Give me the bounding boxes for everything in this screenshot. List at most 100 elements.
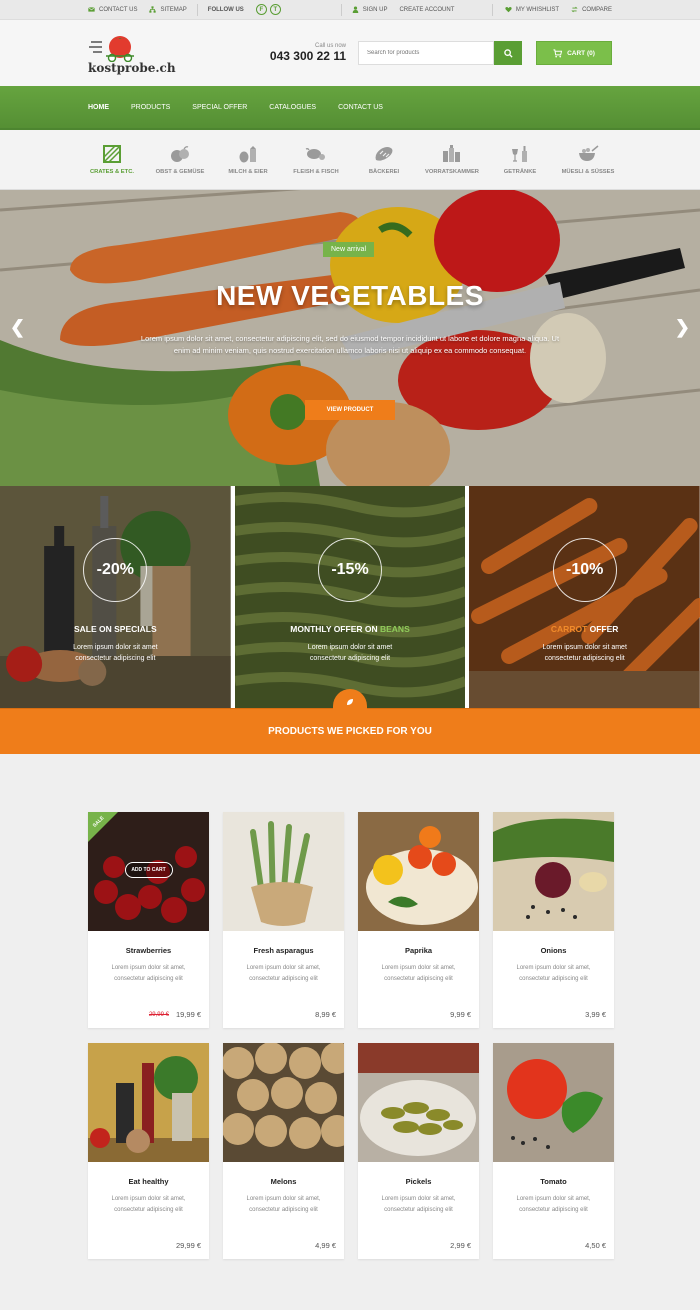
category-label: FLEISH & FISCH	[293, 168, 339, 175]
nav-special-offer[interactable]: SPECIAL OFFER	[192, 104, 247, 111]
category-fleisch[interactable]: FLEISH & FISCH	[282, 145, 350, 175]
product-description: Lorem ipsum dolor sit amet, consectetur a…	[88, 963, 209, 985]
product-desc-line: Lorem ipsum dolor sit amet,	[111, 1196, 186, 1202]
contact-link[interactable]: CONTACT US	[88, 6, 137, 13]
signup-label: SIGN UP	[362, 6, 388, 13]
product-name: Strawberries	[125, 946, 172, 955]
category-label: GETRÄNKE	[503, 168, 537, 175]
cart-button[interactable]: CART (0)	[536, 41, 612, 65]
signup-link[interactable]: SIGN UP	[352, 6, 388, 13]
category-crates[interactable]: CRATES & ETC.	[78, 144, 146, 175]
onions-image	[493, 812, 614, 931]
category-milch[interactable]: MILCH & EIER	[214, 145, 282, 175]
nav-catalogues[interactable]: CATALOGUES	[269, 104, 316, 111]
product-card[interactable]: Tomato Lorem ipsum dolor sit amet, consec…	[493, 1043, 614, 1259]
product-name: Fresh asparagus	[253, 946, 314, 955]
nav-home[interactable]: HOME	[88, 104, 109, 111]
compare-link[interactable]: COMPARE	[571, 6, 612, 13]
search-button[interactable]	[494, 41, 522, 65]
sitemap-link[interactable]: SITEMAP	[149, 6, 187, 13]
slider-next-arrow[interactable]: ❯	[675, 317, 690, 338]
product-card[interactable]: Melons Lorem ipsum dolor sit amet, consec…	[223, 1043, 344, 1259]
product-description: Lorem ipsum dolor sit amet, consectetur a…	[358, 1194, 479, 1216]
slider-prev-arrow[interactable]: ❮	[10, 317, 25, 338]
products-picked-heading-bar: PRODUCTS WE PICKED FOR YOU	[0, 689, 700, 754]
product-desc-line: Lorem ipsum dolor sit amet,	[516, 1196, 591, 1202]
product-card[interactable]: Fresh asparagus Lorem ipsum dolor sit am…	[223, 812, 344, 1028]
search-input[interactable]	[358, 41, 494, 65]
product-card[interactable]: Pickels Lorem ipsum dolor sit amet, conse…	[358, 1043, 479, 1259]
category-baeckerei[interactable]: BÄCKEREI	[350, 145, 418, 175]
hero-title: NEW VEGETABLES	[216, 280, 484, 311]
product-description: Lorem ipsum dolor sit amet, consectetur a…	[493, 1194, 614, 1216]
product-price: 8,99 €	[315, 1010, 336, 1019]
product-desc-line: consectetur adipiscing elit	[519, 1207, 588, 1213]
site-header: kostprobe.ch Call us now 043 300 22 11 C…	[0, 20, 700, 86]
nav-contact[interactable]: CONTACT US	[338, 104, 383, 111]
promo-specials[interactable]: -20% SALE ON SPECIALS Lorem ipsum dolor …	[0, 486, 231, 708]
asparagus-image	[223, 812, 344, 931]
product-card[interactable]: Eat healthy Lorem ipsum dolor sit amet, c…	[88, 1043, 209, 1259]
product-desc-line: Lorem ipsum dolor sit amet,	[111, 965, 186, 971]
product-name: Tomato	[540, 1177, 567, 1186]
hero-description: Lorem ipsum dolor sit amet, consectetur …	[140, 334, 560, 355]
eat-healthy-image	[88, 1043, 209, 1162]
product-desc-line: consectetur adipiscing elit	[519, 976, 588, 982]
product-desc-line: Lorem ipsum dolor sit amet,	[516, 965, 591, 971]
top-bar: CONTACT US SITEMAP FOLLOW US f t SIGN UP…	[0, 0, 700, 20]
product-desc-line: Lorem ipsum dolor sit amet,	[246, 1196, 321, 1202]
category-getraenke[interactable]: GETRÄNKE	[486, 145, 554, 175]
category-label: MILCH & EIER	[228, 168, 268, 175]
facebook-icon[interactable]: f	[255, 4, 267, 15]
promo-description: Lorem ipsum dolor sit amet consectetur ad…	[0, 642, 231, 664]
section-title: PRODUCTS WE PICKED FOR YOU	[268, 726, 432, 737]
search-bar	[358, 41, 522, 65]
create-account-link[interactable]: CREATE ACCOUNT	[399, 7, 454, 13]
promo-carrots[interactable]: -10% CARROT OFFER Lorem ipsum dolor sit …	[469, 486, 700, 708]
product-name: Eat healthy	[128, 1177, 169, 1186]
main-nav: HOME PRODUCTS SPECIAL OFFER CATALOGUES C…	[0, 86, 700, 130]
wishlist-label: MY WHISHLIST	[515, 6, 560, 13]
product-description: Lorem ipsum dolor sit amet, consectetur a…	[358, 963, 479, 985]
product-card[interactable]: Paprika Lorem ipsum dolor sit amet, conse…	[358, 812, 479, 1028]
promo-beans[interactable]: -15% MONTHLY OFFER ON BEANS Lorem ipsum …	[234, 486, 466, 708]
product-card[interactable]: Onions Lorem ipsum dolor sit amet, consec…	[493, 812, 614, 1028]
discount-badge: -20%	[83, 538, 148, 602]
twitter-icon[interactable]: t	[269, 4, 281, 15]
category-muesli[interactable]: MÜESLI & SÜSSES	[554, 144, 622, 175]
user-icon	[352, 6, 359, 13]
tomato-image	[493, 1043, 614, 1162]
promo-title-text: SALE ON SPECIALS	[74, 624, 157, 634]
old-price: 29,99 €	[148, 1012, 169, 1018]
product-description: Lorem ipsum dolor sit amet, consectetur a…	[223, 1194, 344, 1216]
category-obst[interactable]: OBST & GEMÜSE	[146, 145, 214, 175]
divider	[340, 3, 342, 16]
follow-us-label: FOLLOW US	[207, 6, 244, 13]
product-price: 29,99 €	[175, 1241, 201, 1250]
product-desc-line: consectetur adipiscing elit	[114, 976, 183, 982]
add-to-cart-button[interactable]: ADD TO CART	[124, 862, 173, 878]
discount-badge: -10%	[552, 538, 617, 602]
product-desc-line: consectetur adipiscing elit	[114, 1207, 183, 1213]
promo-description: Lorem ipsum dolor sit amet consectetur ad…	[235, 642, 466, 664]
cart-label: CART (0)	[567, 49, 595, 57]
product-card[interactable]: SALE ADD TO CART Strawberries Lorem ipsu…	[88, 812, 209, 1028]
product-image	[88, 1043, 209, 1162]
sitemap-label: SITEMAP	[160, 6, 187, 13]
promo-description: Lorem ipsum dolor sit amet consectetur ad…	[469, 642, 700, 664]
category-vorratskammer[interactable]: VORRATSKAMMER	[418, 144, 486, 175]
drinks-icon	[512, 145, 527, 162]
product-image	[493, 1043, 614, 1162]
promo-title-text: OFFER	[587, 624, 619, 634]
logo[interactable]: kostprobe.ch	[88, 32, 176, 75]
promo-banners: -20% SALE ON SPECIALS Lorem ipsum dolor …	[0, 486, 700, 708]
promo-desc-line: consectetur adipiscing elit	[309, 655, 391, 662]
product-desc-line: Lorem ipsum dolor sit amet,	[246, 965, 321, 971]
nav-products[interactable]: PRODUCTS	[131, 104, 170, 111]
wishlist-link[interactable]: MY WHISHLIST	[505, 6, 559, 13]
product-desc-line: Lorem ipsum dolor sit amet,	[381, 1196, 456, 1202]
view-product-button[interactable]: VIEW PRODUCT	[305, 400, 395, 420]
divider	[491, 3, 493, 16]
product-desc-line: consectetur adipiscing elit	[249, 976, 318, 982]
promo-title: CARROT OFFER	[469, 624, 700, 634]
